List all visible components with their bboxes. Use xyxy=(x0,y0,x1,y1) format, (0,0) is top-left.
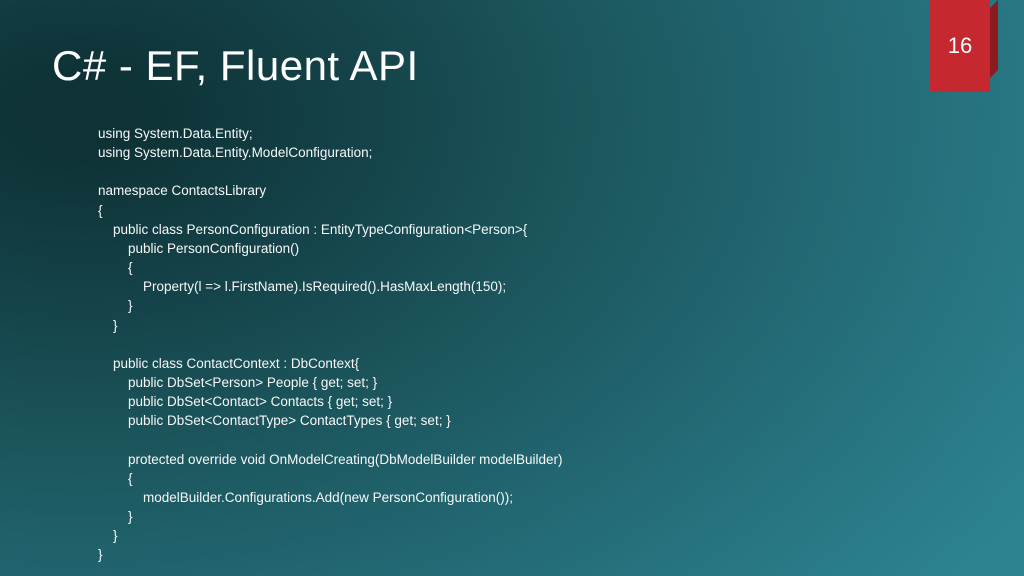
page-number-badge: 16 xyxy=(930,0,990,92)
page-number: 16 xyxy=(948,33,972,59)
code-block: using System.Data.Entity; using System.D… xyxy=(52,124,1024,565)
slide-title: C# - EF, Fluent API xyxy=(52,42,1024,90)
slide: 16 C# - EF, Fluent API using System.Data… xyxy=(0,0,1024,576)
